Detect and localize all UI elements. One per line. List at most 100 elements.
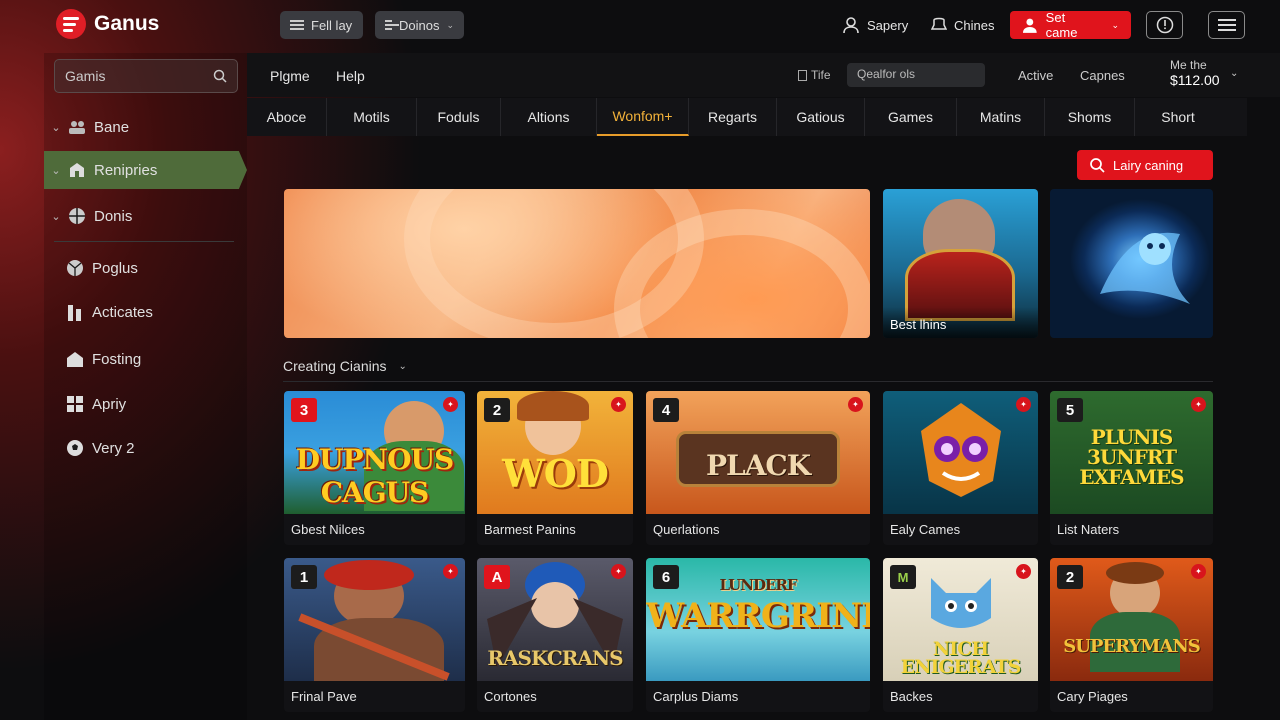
hot-badge-icon: ✦ — [1016, 397, 1031, 412]
rank-badge: 3 — [291, 398, 317, 422]
chevron-down-icon: ⌄ — [51, 121, 61, 134]
tab-regarts[interactable]: Regarts — [689, 98, 777, 136]
sidebar-item-apriy[interactable]: Apriy — [44, 385, 247, 423]
hot-badge-icon: ✦ — [443, 564, 458, 579]
game-art-title: WARRGRINES — [646, 596, 870, 636]
nav-link-help[interactable]: Help — [336, 68, 365, 84]
tab-short[interactable]: Short — [1135, 98, 1221, 136]
tab-games[interactable]: Games — [865, 98, 957, 136]
user-icon — [843, 17, 859, 34]
rank-badge: 1 — [291, 565, 317, 589]
secondary-bar — [247, 53, 1280, 97]
chevron-down-icon: ⌄ — [51, 164, 61, 177]
category-tabs: Aboce Motils Foduls Altions Wonfom+ Rega… — [247, 98, 1247, 136]
dropdown-pill-button[interactable]: Doinos ⌄ — [375, 11, 464, 39]
nav-link-plgme[interactable]: Plgme — [270, 68, 310, 84]
tab-foduls[interactable]: Foduls — [417, 98, 501, 136]
bars-icon — [66, 303, 84, 321]
creature-art — [1100, 232, 1190, 304]
tab-aboce[interactable]: Aboce — [247, 98, 327, 136]
chines-link[interactable]: Chines — [931, 16, 994, 34]
tab-motils[interactable]: Motils — [327, 98, 417, 136]
search-placeholder: Gamis — [65, 68, 106, 84]
search-icon — [213, 69, 227, 83]
game-card[interactable]: PLACK 4 ✦ Querlations — [646, 391, 870, 545]
tab-altions[interactable]: Altions — [501, 98, 597, 136]
tab-matins[interactable]: Matins — [957, 98, 1045, 136]
sidebar-item-acticates[interactable]: Acticates — [44, 293, 247, 331]
hot-badge-icon: ✦ — [611, 397, 626, 412]
sidebar-item-very-2[interactable]: Very 2 — [44, 429, 247, 467]
menu-pill-label: Fell lay — [311, 17, 353, 33]
sidebar-item-renipries[interactable]: ⌄ Renipries — [44, 151, 247, 189]
game-card[interactable]: NICH ENIGERATS M ✦ Backes — [883, 558, 1038, 712]
game-card[interactable]: LUNDERF WARRGRINES 6 Carplus Diams — [646, 558, 870, 712]
game-title: Carplus Diams — [653, 689, 739, 704]
game-card[interactable]: 1 ✦ Frinal Pave — [284, 558, 465, 712]
title-label: Tife — [798, 68, 831, 82]
section-title: Creating Cianins — [283, 358, 387, 374]
sidebar-item-donis[interactable]: ⌄ Donis — [44, 197, 247, 235]
tab-wonfom[interactable]: Wonfom+ — [597, 98, 689, 136]
game-card[interactable]: WOD 2 ✦ Barmest Panins — [477, 391, 633, 545]
list-icon — [385, 20, 399, 30]
status-capnes[interactable]: Capnes — [1080, 68, 1125, 83]
logo-icon — [56, 9, 86, 39]
game-art-subtitle: LUNDERF — [719, 576, 797, 594]
section-divider — [283, 381, 1213, 382]
lairy-caning-button[interactable]: Lairy caning — [1077, 150, 1213, 180]
sidebar-item-label: Poglus — [92, 259, 138, 277]
rank-badge: 4 — [653, 398, 679, 422]
users-icon — [68, 118, 86, 136]
balance-widget[interactable]: Me the $112.00 ⌄ — [1170, 58, 1245, 88]
game-card[interactable]: RASKCRANS A ✦ Cortones — [477, 558, 633, 712]
filter-input[interactable]: Qealfor ols — [847, 63, 985, 87]
sidebar-item-fosting[interactable]: Fosting — [44, 340, 247, 378]
status-active[interactable]: Active — [1018, 68, 1053, 83]
featured-thumb-2[interactable] — [1050, 189, 1213, 338]
set-came-button[interactable]: Set came ⌄ — [1010, 10, 1131, 40]
rank-badge: 2 — [1057, 565, 1083, 589]
game-card[interactable]: ✦ Ealy Cames — [883, 391, 1038, 545]
title-label-text: Tife — [811, 68, 831, 82]
game-title: Backes — [890, 689, 933, 704]
game-art: PLACK — [646, 391, 870, 514]
section-header[interactable]: Creating Cianins ⌄ — [283, 358, 407, 374]
sidebar-item-poglus[interactable]: Poglus — [44, 249, 247, 287]
top-bar: Ganus Fell lay Doinos ⌄ Sapery Chines Se… — [0, 0, 1280, 52]
game-art-title: NICH ENIGERATS — [900, 638, 1022, 678]
tab-shoms[interactable]: Shoms — [1045, 98, 1135, 136]
game-card[interactable]: DUPNOUS CAGUS 3 ✦ Gbest Nilces — [284, 391, 465, 545]
game-art-title: PLUNIS 3UNFRT EXFAMES — [1079, 425, 1184, 489]
logo[interactable]: Ganus — [56, 9, 159, 39]
user-link[interactable]: Sapery — [842, 16, 908, 34]
sidebar-item-bane[interactable]: ⌄ Bane — [44, 108, 247, 146]
hot-badge-icon: ✦ — [611, 564, 626, 579]
sidebar-search-input[interactable]: Gamis — [54, 59, 238, 93]
soccer-icon — [66, 439, 84, 457]
sidebar-item-label: Very 2 — [92, 439, 135, 457]
building-icon — [68, 161, 86, 179]
list-icon — [1217, 19, 1236, 31]
hero-banner[interactable] — [284, 189, 870, 338]
game-art-title: DUPNOUS CAGUS — [295, 443, 454, 509]
tab-gatious[interactable]: Gatious — [777, 98, 865, 136]
search-icon — [1090, 158, 1105, 173]
featured-thumb-1[interactable]: Best lhins — [883, 189, 1038, 338]
set-came-label: Set came — [1045, 10, 1078, 40]
sidebar-item-label: Renipries — [94, 161, 158, 179]
info-button[interactable] — [1146, 11, 1183, 39]
game-art-title: SUPERYMANS — [1063, 636, 1201, 657]
chevron-down-icon: ⌄ — [51, 210, 61, 223]
ball-icon — [66, 259, 84, 277]
menu-icon — [290, 20, 304, 30]
game-art-title: RASKCRANS — [487, 646, 623, 670]
cat-mascot-art — [931, 578, 991, 628]
menu-button[interactable] — [1208, 11, 1245, 39]
mascot-art — [921, 403, 1001, 497]
menu-pill-button[interactable]: Fell lay — [280, 11, 363, 39]
chevron-down-icon: ⌄ — [446, 19, 454, 30]
game-card[interactable]: PLUNIS 3UNFRT EXFAMES 5 ✦ List Naters — [1050, 391, 1213, 545]
game-card[interactable]: SUPERYMANS 2 ✦ Cary Piages — [1050, 558, 1213, 712]
game-title: Frinal Pave — [291, 689, 357, 704]
